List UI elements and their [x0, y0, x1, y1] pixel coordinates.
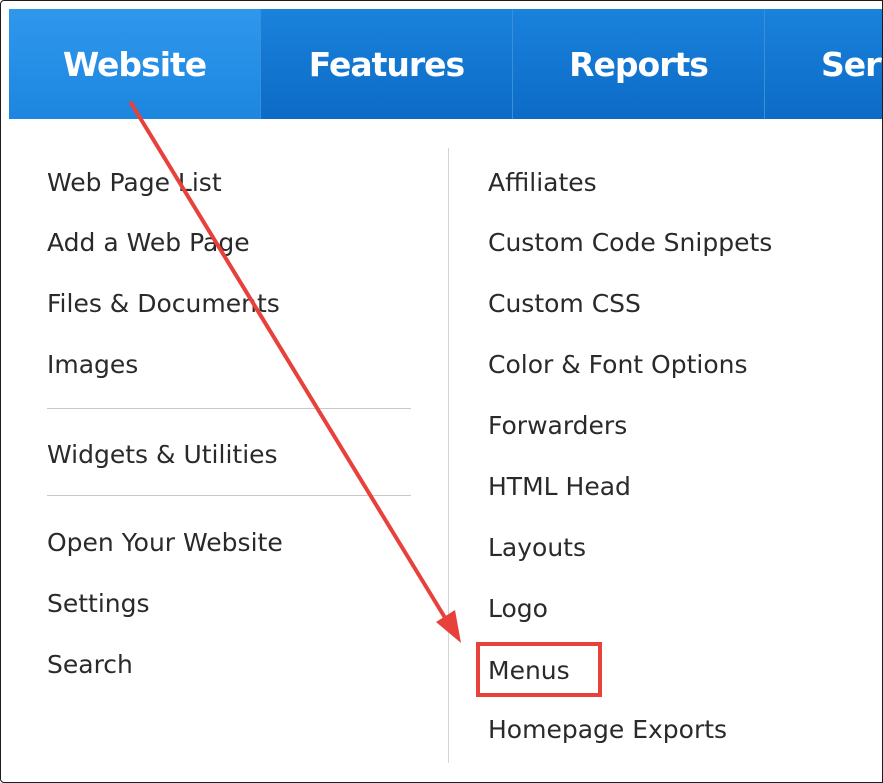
menu-item-add-web-page[interactable]: Add a Web Page — [47, 228, 250, 258]
column-divider — [448, 148, 449, 763]
menu-item-custom-css[interactable]: Custom CSS — [488, 289, 641, 319]
menu-item-files-documents[interactable]: Files & Documents — [47, 289, 280, 319]
nav-tab-reports[interactable]: Reports — [513, 9, 765, 119]
menu-item-logo[interactable]: Logo — [488, 594, 548, 624]
menu-item-images[interactable]: Images — [47, 350, 138, 380]
menu-item-affiliates[interactable]: Affiliates — [488, 168, 597, 198]
menu-item-search[interactable]: Search — [47, 650, 133, 680]
menu-item-homepage-exports[interactable]: Homepage Exports — [488, 715, 727, 745]
menu-item-forwarders[interactable]: Forwarders — [488, 411, 627, 441]
nav-tab-services[interactable]: Serv — [765, 9, 882, 119]
menu-item-custom-code-snippets[interactable]: Custom Code Snippets — [488, 228, 772, 258]
nav-tab-website[interactable]: Website — [9, 9, 261, 119]
menu-item-web-page-list[interactable]: Web Page List — [47, 168, 222, 198]
menu-item-open-your-website[interactable]: Open Your Website — [47, 528, 283, 558]
menu-item-color-font-options[interactable]: Color & Font Options — [488, 350, 748, 380]
menu-item-settings[interactable]: Settings — [47, 589, 150, 619]
nav-tab-features[interactable]: Features — [261, 9, 513, 119]
menu-separator — [47, 408, 411, 409]
menu-separator — [47, 495, 411, 496]
top-navigation-bar: Website Features Reports Serv — [9, 9, 882, 119]
menu-item-layouts[interactable]: Layouts — [488, 533, 586, 563]
menu-item-widgets-utilities[interactable]: Widgets & Utilities — [47, 440, 278, 470]
annotation-highlight-box — [476, 642, 602, 697]
menu-item-html-head[interactable]: HTML Head — [488, 472, 631, 502]
screenshot-frame: Website Features Reports Serv Web Page L… — [0, 0, 883, 783]
